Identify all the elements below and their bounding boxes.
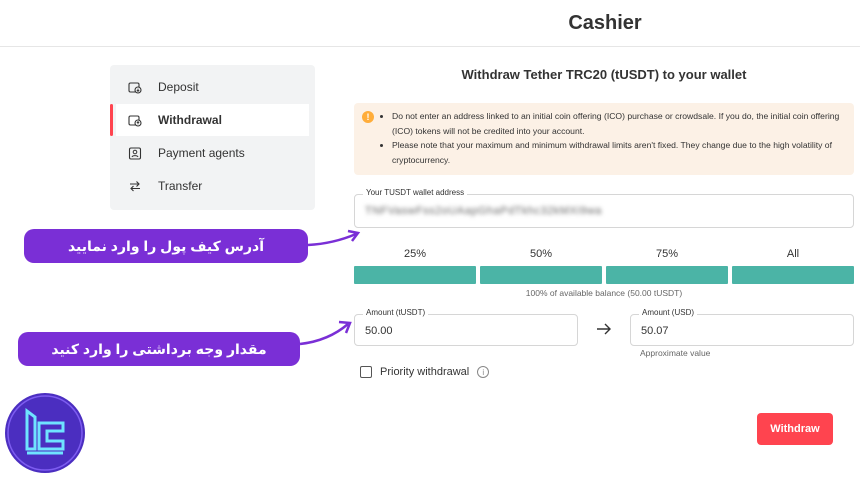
percent-75-button[interactable]: 75% bbox=[606, 248, 728, 284]
cashier-sidebar: Deposit Withdrawal Payment agents Transf… bbox=[110, 65, 315, 210]
amount-usd-field[interactable]: Amount (USD) 50.07 bbox=[630, 308, 854, 346]
percent-bar bbox=[354, 266, 476, 284]
header-divider bbox=[0, 46, 860, 47]
percent-label: 25% bbox=[403, 248, 427, 260]
callout-arrow-icon bbox=[307, 229, 361, 247]
amount-usd-label: Amount (USD) bbox=[639, 308, 698, 317]
percent-bar bbox=[606, 266, 728, 284]
transfer-icon bbox=[128, 179, 142, 193]
page-title: Cashier bbox=[568, 12, 642, 34]
sidebar-item-label: Deposit bbox=[158, 80, 199, 94]
wallet-address-label: Your TUSDT wallet address bbox=[363, 188, 468, 197]
percent-25-button[interactable]: 25% bbox=[354, 248, 476, 284]
approximate-value-note: Approximate value bbox=[640, 348, 711, 358]
callout-arrow-icon bbox=[299, 320, 352, 346]
wallet-address-field[interactable]: Your TUSDT wallet address TNFVaswFss2oUA… bbox=[354, 188, 854, 228]
warning-box: ! Do not enter an address linked to an i… bbox=[354, 103, 854, 175]
balance-note: 100% of available balance (50.00 tUSDT) bbox=[525, 288, 683, 298]
arrow-right-icon bbox=[596, 322, 612, 341]
sidebar-item-label: Transfer bbox=[158, 179, 203, 193]
percent-all-button[interactable]: All bbox=[732, 248, 854, 284]
percent-50-button[interactable]: 50% bbox=[480, 248, 602, 284]
info-icon[interactable]: i bbox=[477, 366, 490, 378]
warning-icon: ! bbox=[362, 111, 374, 123]
percent-bar bbox=[480, 266, 602, 284]
warning-text: Please note that your maximum and minimu… bbox=[392, 138, 844, 167]
amount-crypto-value: 50.00 bbox=[365, 325, 393, 337]
percent-label: 50% bbox=[529, 248, 553, 260]
sidebar-item-label: Withdrawal bbox=[158, 113, 222, 127]
sidebar-item-withdrawal[interactable]: Withdrawal bbox=[110, 104, 309, 136]
sidebar-item-label: Payment agents bbox=[158, 146, 245, 160]
withdraw-form-title: Withdraw Tether TRC20 (tUSDT) to your wa… bbox=[461, 67, 747, 82]
wallet-callout: آدرس کیف پول را وارد نمایید bbox=[24, 229, 308, 263]
amount-crypto-field[interactable]: Amount (tUSDT) 50.00 bbox=[354, 308, 578, 346]
amount-crypto-label: Amount (tUSDT) bbox=[363, 308, 429, 317]
warning-text: Do not enter an address linked to an ini… bbox=[392, 109, 844, 138]
wallet-address-value: TNFVaswFss2oUAapGhaPdTkhc32kMXi9wa bbox=[365, 205, 602, 217]
sidebar-item-transfer[interactable]: Transfer bbox=[116, 170, 309, 202]
priority-checkbox[interactable] bbox=[360, 366, 372, 378]
withdrawal-icon bbox=[128, 113, 142, 127]
percent-bar bbox=[732, 266, 854, 284]
sidebar-item-payment-agents[interactable]: Payment agents bbox=[116, 137, 309, 169]
amount-usd-value: 50.07 bbox=[641, 325, 669, 337]
payment-agents-icon bbox=[128, 146, 142, 160]
deposit-icon bbox=[128, 80, 142, 94]
brand-logo bbox=[5, 393, 85, 473]
withdraw-button[interactable]: Withdraw bbox=[757, 413, 833, 445]
priority-withdrawal-option[interactable]: Priority withdrawal i bbox=[360, 366, 490, 378]
percent-label: All bbox=[786, 248, 800, 260]
priority-label: Priority withdrawal bbox=[380, 366, 470, 378]
amount-callout: مقدار وجه برداشتی را وارد کنید bbox=[18, 332, 300, 366]
logo-mark-icon bbox=[7, 395, 83, 471]
sidebar-item-deposit[interactable]: Deposit bbox=[116, 71, 309, 103]
percent-label: 75% bbox=[655, 248, 679, 260]
